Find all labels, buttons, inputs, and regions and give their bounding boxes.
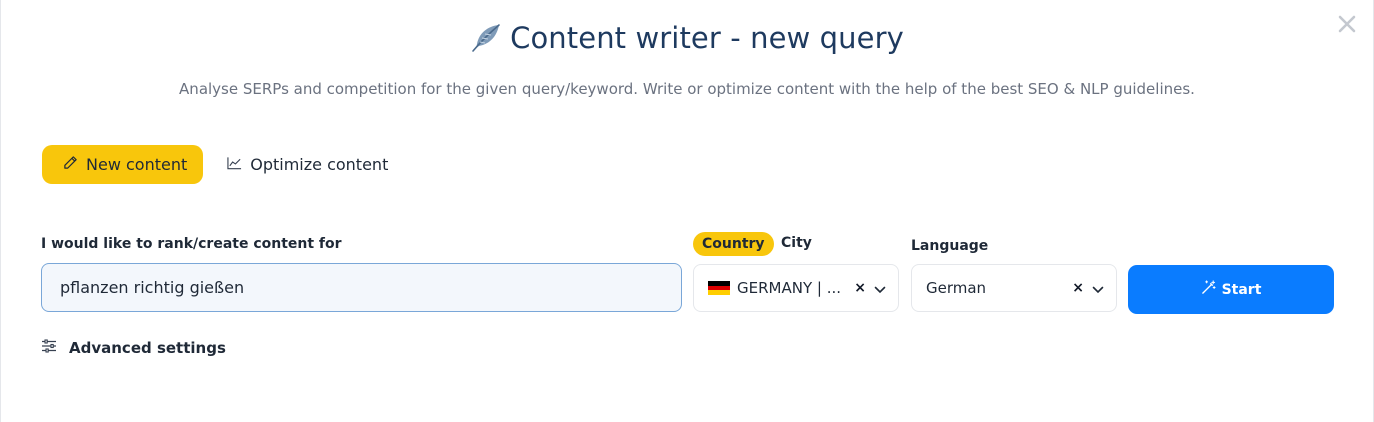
start-button[interactable]: Start: [1128, 265, 1334, 314]
pencil-icon: [63, 155, 78, 174]
language-select-value: German: [926, 279, 987, 297]
language-clear-icon[interactable]: ×: [1072, 280, 1084, 296]
mode-tabs: New content Optimize content: [42, 145, 388, 184]
tab-new-content-label: New content: [86, 155, 188, 174]
chevron-down-icon[interactable]: [1092, 279, 1104, 298]
advanced-settings-label: Advanced settings: [69, 338, 226, 357]
query-input[interactable]: [41, 263, 682, 312]
language-select[interactable]: German ×: [911, 264, 1117, 312]
advanced-settings-toggle[interactable]: Advanced settings: [41, 338, 226, 357]
tab-city[interactable]: City: [781, 235, 812, 251]
country-clear-icon[interactable]: ×: [854, 280, 866, 296]
tab-country[interactable]: Country: [693, 232, 774, 256]
language-label: Language: [911, 238, 989, 254]
content-writer-dialog: Content writer - new query Analyse SERPs…: [0, 0, 1374, 422]
query-label: I would like to rank/create content for: [41, 236, 342, 252]
tab-optimize-content[interactable]: Optimize content: [227, 145, 388, 184]
sliders-icon: [41, 338, 57, 357]
tab-optimize-content-label: Optimize content: [250, 155, 389, 174]
dialog-subtitle: Analyse SERPs and competition for the gi…: [179, 80, 1195, 98]
start-button-label: Start: [1221, 281, 1262, 298]
country-select[interactable]: GERMANY | ... ×: [693, 264, 899, 312]
country-select-value: GERMANY | ...: [737, 279, 842, 297]
chart-icon: [227, 155, 242, 174]
tab-new-content[interactable]: New content: [42, 145, 204, 184]
feather-icon: [470, 22, 502, 54]
dialog-title: Content writer - new query: [510, 21, 904, 55]
germany-flag-icon: [708, 281, 730, 296]
dialog-header: Content writer - new query: [1, 18, 1373, 58]
chevron-down-icon[interactable]: [874, 279, 886, 298]
magic-wand-icon: [1201, 280, 1216, 299]
